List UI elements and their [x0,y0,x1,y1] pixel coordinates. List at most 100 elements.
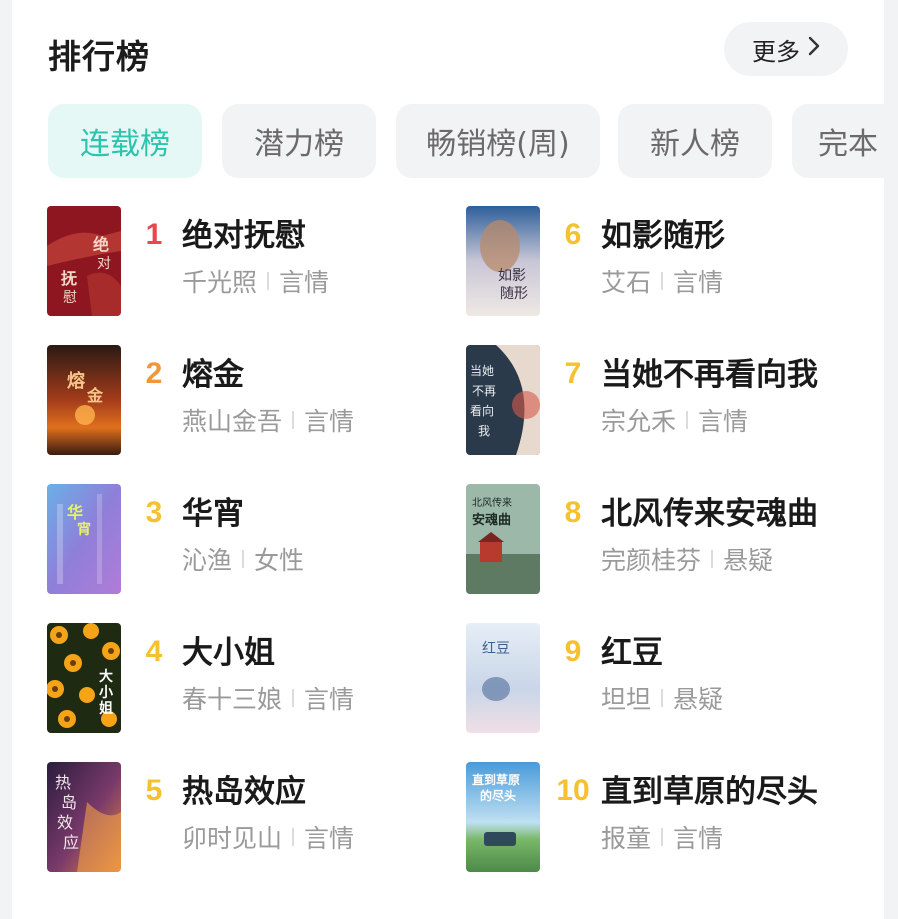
book-genre: 言情 [673,268,724,297]
book-genre: 言情 [304,407,355,436]
book-genre: 言情 [304,685,355,714]
svg-text:小: 小 [99,685,113,701]
book-meta: 春十三娘 言情 [182,680,354,716]
divider [292,689,295,707]
rank-number: 9 [564,635,582,668]
book-genre: 悬疑 [673,685,724,714]
svg-text:红豆: 红豆 [482,641,510,657]
book-title: 绝对抚慰 [182,218,306,254]
book-cover: 华 宵 [47,484,121,594]
divider [242,550,245,568]
rank-number: 6 [564,218,582,251]
rank-number: 4 [145,635,163,668]
svg-text:我: 我 [478,424,490,438]
book-meta: 报童 言情 [601,819,723,855]
divider [661,689,664,707]
book-item-9[interactable]: 红豆 9 红豆 坦坦 悬疑 [466,623,876,735]
svg-text:金: 金 [86,386,104,405]
book-meta: 卯时见山 言情 [182,819,354,855]
ranking-card: 排行榜 更多 连载榜 潜力榜 畅销榜(周) 新人榜 完本 绝 对 抚 慰 1 绝… [12,0,884,919]
book-genre: 言情 [698,407,749,436]
divider [661,828,664,846]
book-title: 大小姐 [182,635,275,671]
svg-text:绝: 绝 [93,235,109,254]
book-author: 卯时见山 [182,824,283,853]
svg-text:抚: 抚 [61,269,77,288]
book-cover: 当她 不再 看向 我 [466,345,540,455]
divider [292,411,295,429]
book-item-5[interactable]: 热 岛 效 应 5 热岛效应 卯时见山 言情 [47,762,457,874]
more-label: 更多 [752,37,800,66]
svg-text:宵: 宵 [77,521,91,538]
book-title: 北风传来安魂曲 [601,496,818,532]
book-title: 如影随形 [601,218,725,254]
book-item-3[interactable]: 华 宵 3 华宵 沁渔 女性 [47,484,457,596]
book-meta: 坦坦 悬疑 [601,680,723,716]
book-item-4[interactable]: 大 小 姐 4 大小姐 春十三娘 言情 [47,623,457,735]
book-genre: 言情 [304,824,355,853]
book-cover: 如影 随形 [466,206,540,316]
tab-serializing[interactable]: 连载榜 [48,104,202,178]
tab-bestseller-weekly[interactable]: 畅销榜(周) [396,104,600,178]
svg-text:直到草原: 直到草原 [472,772,520,787]
rank-number: 2 [145,357,163,390]
svg-text:姐: 姐 [99,700,113,717]
svg-text:华: 华 [67,503,83,522]
book-genre: 言情 [279,268,330,297]
book-title: 当她不再看向我 [601,357,818,393]
book-cover: 红豆 [466,623,540,733]
book-meta: 艾石 言情 [601,263,723,299]
svg-text:慰: 慰 [63,289,77,306]
svg-text:如影: 如影 [498,268,526,284]
book-author: 完颜桂芬 [601,546,702,575]
tab-potential[interactable]: 潜力榜 [222,104,376,178]
book-cover: 绝 对 抚 慰 [47,206,121,316]
svg-text:应: 应 [63,833,79,852]
tab-completed[interactable]: 完本 [792,104,884,178]
rank-number: 3 [145,496,163,529]
book-author: 坦坦 [601,685,652,714]
book-genre: 言情 [673,824,724,853]
rank-number: 1 [145,218,163,251]
book-cover: 熔 金 [47,345,121,455]
svg-text:随形: 随形 [500,286,528,302]
svg-text:看向: 看向 [470,403,494,418]
tab-newcomer[interactable]: 新人榜 [618,104,772,178]
book-cover: 北风传来 安魂曲 [466,484,540,594]
section-title: 排行榜 [48,37,150,76]
book-item-10[interactable]: 直到草原 的尽头 10 直到草原的尽头 报童 言情 [466,762,876,874]
book-cover: 热 岛 效 应 [47,762,121,872]
book-cover: 大 小 姐 [47,623,121,733]
book-meta: 完颜桂芬 悬疑 [601,541,773,577]
book-title: 热岛效应 [182,774,306,810]
book-author: 报童 [601,824,652,853]
book-item-7[interactable]: 当她 不再 看向 我 7 当她不再看向我 宗允禾 言情 [466,345,876,457]
book-title: 熔金 [182,357,244,393]
book-meta: 燕山金吾 言情 [182,402,354,438]
book-author: 宗允禾 [601,407,677,436]
svg-text:北风传来: 北风传来 [472,497,512,509]
svg-text:不再: 不再 [472,384,496,398]
chevron-right-icon [808,36,820,62]
book-meta: 沁渔 女性 [182,541,304,577]
divider [267,272,270,290]
svg-text:安魂曲: 安魂曲 [472,512,511,528]
book-item-8[interactable]: 北风传来 安魂曲 8 北风传来安魂曲 完颜桂芬 悬疑 [466,484,876,596]
rank-number: 10 [556,774,590,807]
book-author: 千光照 [182,268,258,297]
book-title: 红豆 [601,635,663,671]
book-genre: 悬疑 [723,546,774,575]
divider [661,272,664,290]
rank-number: 7 [564,357,582,390]
book-genre: 女性 [254,546,305,575]
more-button[interactable]: 更多 [724,22,848,76]
svg-text:大: 大 [99,668,113,685]
divider [292,828,295,846]
book-item-1[interactable]: 绝 对 抚 慰 1 绝对抚慰 千光照 言情 [47,206,457,318]
svg-text:当她: 当她 [470,364,494,378]
book-item-2[interactable]: 熔 金 2 熔金 燕山金吾 言情 [47,345,457,457]
book-item-6[interactable]: 如影 随形 6 如影随形 艾石 言情 [466,206,876,318]
rank-number: 5 [145,774,163,807]
ranking-tabs: 连载榜 潜力榜 畅销榜(周) 新人榜 完本 [48,104,884,178]
book-cover: 直到草原 的尽头 [466,762,540,872]
